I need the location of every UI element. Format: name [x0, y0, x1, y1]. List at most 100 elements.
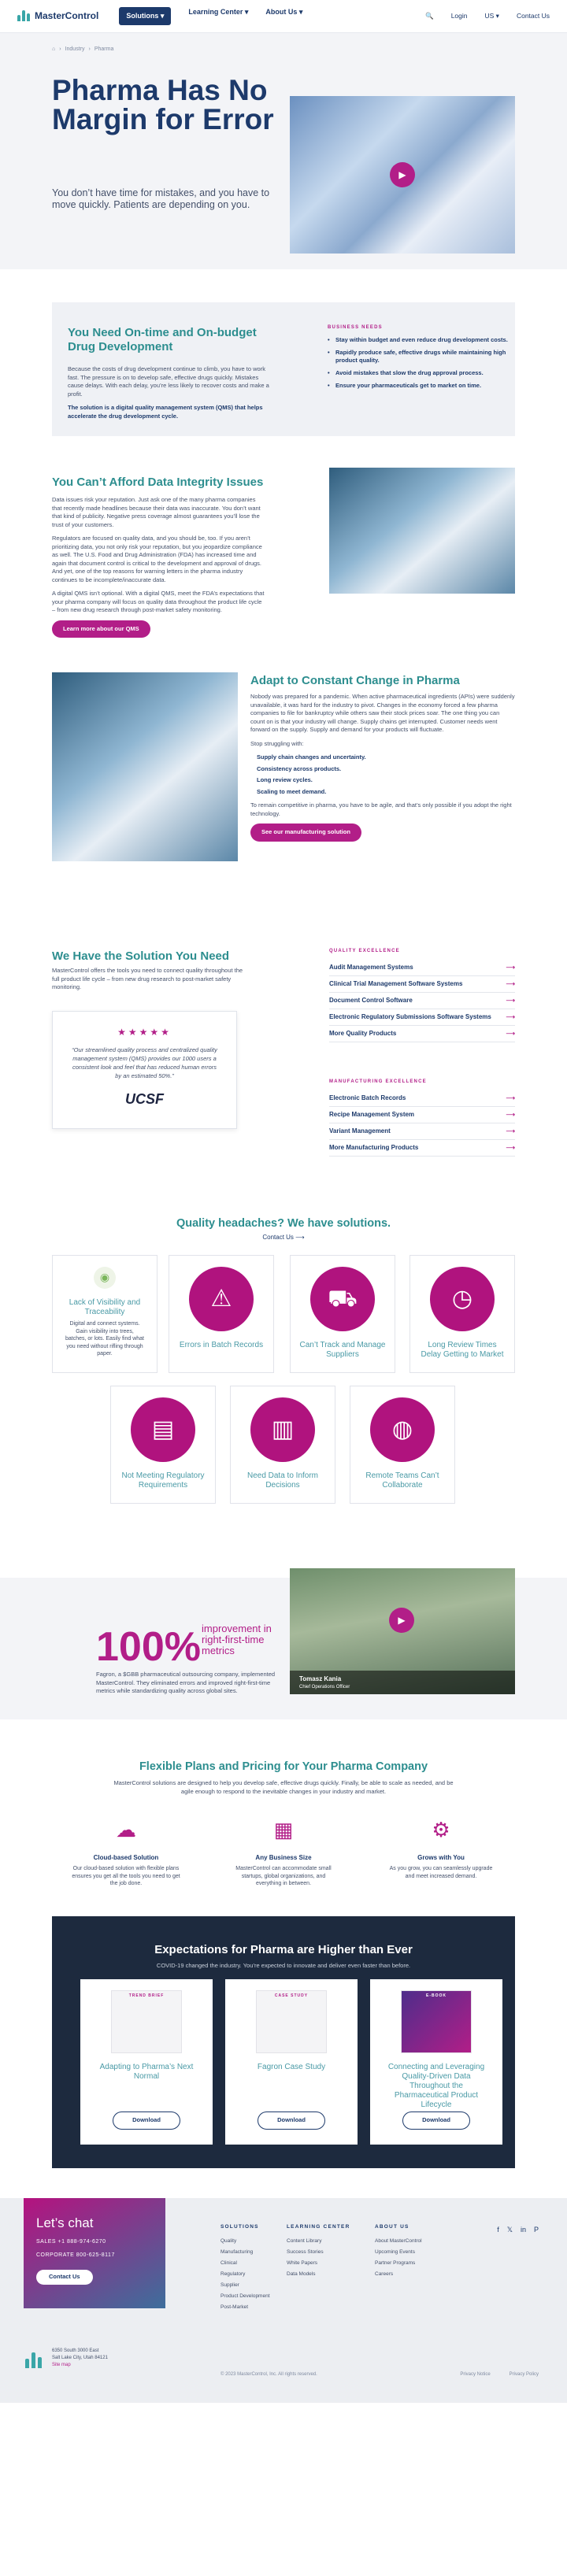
adapt-section: Adapt to Constant Change in Pharma Nobod…	[0, 672, 567, 893]
logo[interactable]: MasterControl	[17, 9, 98, 23]
chat-contact-button[interactable]: Contact Us	[36, 2270, 93, 2285]
headaches-section: Quality headaches? We have solutions. Co…	[0, 1184, 567, 1578]
download-button[interactable]: Download	[258, 2112, 325, 2130]
body-text: MasterControl solutions are designed to …	[113, 1779, 454, 1795]
metric-section: 100% improvement in right-first-time met…	[0, 1568, 567, 1719]
footer-address: 6350 South 3000 East Salt Lake City, Uta…	[52, 2348, 108, 2367]
body-text: A digital QMS isn’t optional. With a dig…	[52, 590, 265, 613]
privacy-policy-link[interactable]: Privacy Policy	[510, 2371, 539, 2378]
footer-link[interactable]: White Papers	[287, 2258, 350, 2269]
link-more-quality[interactable]: More Quality Products ⟶	[329, 1026, 515, 1043]
manufacturing-solution-button[interactable]: See our manufacturing solution	[250, 824, 361, 842]
download-button[interactable]: Download	[113, 2112, 180, 2130]
tile-label: Need Data to Inform Decisions	[246, 1471, 319, 1490]
language-select[interactable]: US ▾	[485, 12, 499, 21]
twitter-icon[interactable]: 𝕏	[507, 2225, 513, 2235]
download-button[interactable]: Download	[402, 2112, 470, 2130]
footer-link[interactable]: Manufacturing	[220, 2247, 270, 2258]
linkedin-icon[interactable]: in	[521, 2225, 526, 2235]
breadcrumb-industry[interactable]: Industry	[65, 46, 85, 54]
scientist-photo	[329, 468, 515, 594]
footer-link[interactable]: Content Library	[287, 2236, 350, 2247]
body-text: Because the costs of drug development co…	[68, 365, 269, 398]
testimonial-video[interactable]: ▶ Tomasz Kania Chief Operations Officer	[290, 1568, 515, 1694]
link-variant-management[interactable]: Variant Management ⟶	[329, 1123, 515, 1141]
nav-solutions[interactable]: Solutions ▾	[119, 7, 172, 25]
footer-link[interactable]: About MasterControl	[375, 2236, 422, 2247]
plan-desc: As you grow, you can seamlessly upgrade …	[389, 1866, 493, 1879]
footer-link[interactable]: Regulatory	[220, 2269, 270, 2280]
ucsf-logo: UCSF	[125, 1090, 164, 1107]
tile-data-decisions[interactable]: ▥ Need Data to Inform Decisions	[230, 1386, 335, 1504]
document-icon: ▤	[131, 1397, 195, 1462]
footer-link[interactable]: Product Development	[220, 2291, 270, 2302]
privacy-notice-link[interactable]: Privacy Notice	[460, 2371, 490, 2378]
resource-title: Adapting to Pharma’s Next Normal	[99, 2063, 194, 2081]
search-icon[interactable]: 🔍	[425, 12, 434, 21]
tile-desc: Digital and connect systems. Gain visibi…	[65, 1321, 144, 1356]
link-recipe-management[interactable]: Recipe Management System ⟶	[329, 1107, 515, 1124]
metric-value: 100%	[96, 1624, 201, 1670]
login-link[interactable]: Login	[451, 12, 468, 21]
tile-label: Lack of Visibility and Traceability	[69, 1298, 141, 1316]
person-role: Chief Operations Officer	[299, 1684, 350, 1690]
link-regulatory-submissions[interactable]: Electronic Regulatory Submissions Softwa…	[329, 1009, 515, 1027]
tile-remote-teams[interactable]: ◍ Remote Teams Can’t Collaborate	[350, 1386, 455, 1504]
hero-subtitle: You don’t have time for mistakes, and yo…	[52, 187, 270, 210]
home-icon[interactable]: ⌂	[52, 46, 55, 54]
eyebrow: QUALITY EXCELLENCE	[329, 949, 400, 953]
footer-link[interactable]: Clinical	[220, 2258, 270, 2269]
learn-more-qms-button[interactable]: Learn more about our QMS	[52, 620, 150, 638]
footer-solutions: SOLUTIONS Quality Manufacturing Clinical…	[220, 2222, 270, 2313]
play-icon[interactable]: ▶	[390, 162, 415, 187]
footer-link[interactable]: Post-Market	[220, 2302, 270, 2313]
building-icon: ▦	[273, 1818, 294, 1841]
footer-link[interactable]: Supplier	[220, 2280, 270, 2291]
tile-batch-errors[interactable]: ⚠ Errors in Batch Records	[169, 1255, 274, 1373]
sitemap-link[interactable]: Site map	[52, 2363, 71, 2367]
link-document-control[interactable]: Document Control Software ⟶	[329, 993, 515, 1010]
section-title: You Can’t Afford Data Integrity Issues	[52, 476, 264, 489]
resource-card: CASE STUDY Fagron Case Study Download	[225, 1979, 358, 2145]
footer-link[interactable]: Careers	[375, 2269, 422, 2280]
eyebrow: BUSINESS NEEDS	[328, 325, 383, 330]
plan-title: Cloud-based Solution	[93, 1854, 159, 1861]
person-name: Tomasz Kania	[299, 1675, 342, 1683]
tile-regulatory[interactable]: ▤ Not Meeting Regulatory Requirements	[110, 1386, 216, 1504]
hero-video[interactable]: ▶	[290, 96, 515, 254]
sales-phone[interactable]: SALES +1 888-974-6270	[36, 2238, 153, 2246]
tile-suppliers[interactable]: ⛟ Can’t Track and Manage Suppliers	[290, 1255, 395, 1373]
footer-link[interactable]: Data Models	[287, 2269, 350, 2280]
pinterest-icon[interactable]: P	[534, 2225, 539, 2235]
footer-link[interactable]: Partner Programs	[375, 2258, 422, 2269]
play-icon[interactable]: ▶	[389, 1608, 414, 1633]
link-more-manufacturing[interactable]: More Manufacturing Products ⟶	[329, 1140, 515, 1157]
eye-icon: ◉	[94, 1267, 116, 1289]
plan-desc: MasterControl can accommodate small star…	[235, 1866, 332, 1887]
footer-link[interactable]: Upcoming Events	[375, 2247, 422, 2258]
tile-review-times[interactable]: ◷ Long Review Times Delay Getting to Mar…	[410, 1255, 515, 1373]
business-needs: BUSINESS NEEDS Stay within budget and ev…	[328, 324, 517, 394]
list-item: Rapidly produce safe, effective drugs wh…	[328, 349, 517, 365]
contact-us-link[interactable]: Contact Us ⟶	[0, 1233, 567, 1242]
footer-link[interactable]: Success Stories	[287, 2247, 350, 2258]
tile-label: Remote Teams Can’t Collaborate	[365, 1471, 439, 1490]
corporate-phone[interactable]: CORPORATE 800-625-8117	[36, 2252, 153, 2260]
nav-about-us[interactable]: About Us ▾	[265, 7, 302, 25]
star-rating-icon: ★★★★★	[117, 1027, 172, 1038]
link-clinical-trial[interactable]: Clinical Trial Management Software Syste…	[329, 976, 515, 994]
plan-cloud: ☁ Cloud-based Solution Our cloud-based s…	[71, 1814, 181, 1888]
footer-link[interactable]: Quality	[220, 2236, 270, 2247]
nav-learning-center[interactable]: Learning Center ▾	[188, 7, 248, 25]
footer-logo-icon[interactable]	[25, 2352, 43, 2368]
resource-card: E-BOOK Connecting and Leveraging Quality…	[370, 1979, 502, 2145]
contact-us-link[interactable]: Contact Us	[517, 12, 550, 21]
body-text: Nobody was prepared for a pandemic. When…	[250, 693, 515, 733]
link-audit-management[interactable]: Audit Management Systems ⟶	[329, 960, 515, 977]
list-item: Stay within budget and even reduce drug …	[328, 336, 517, 344]
tile-visibility[interactable]: ◉ Lack of Visibility and Traceability Di…	[52, 1255, 158, 1373]
section-title: We Have the Solution You Need	[52, 949, 230, 963]
facebook-icon[interactable]: f	[497, 2225, 499, 2235]
link-electronic-batch-records[interactable]: Electronic Batch Records ⟶	[329, 1090, 515, 1108]
page-title: Pharma Has No Margin for Error	[52, 74, 274, 135]
